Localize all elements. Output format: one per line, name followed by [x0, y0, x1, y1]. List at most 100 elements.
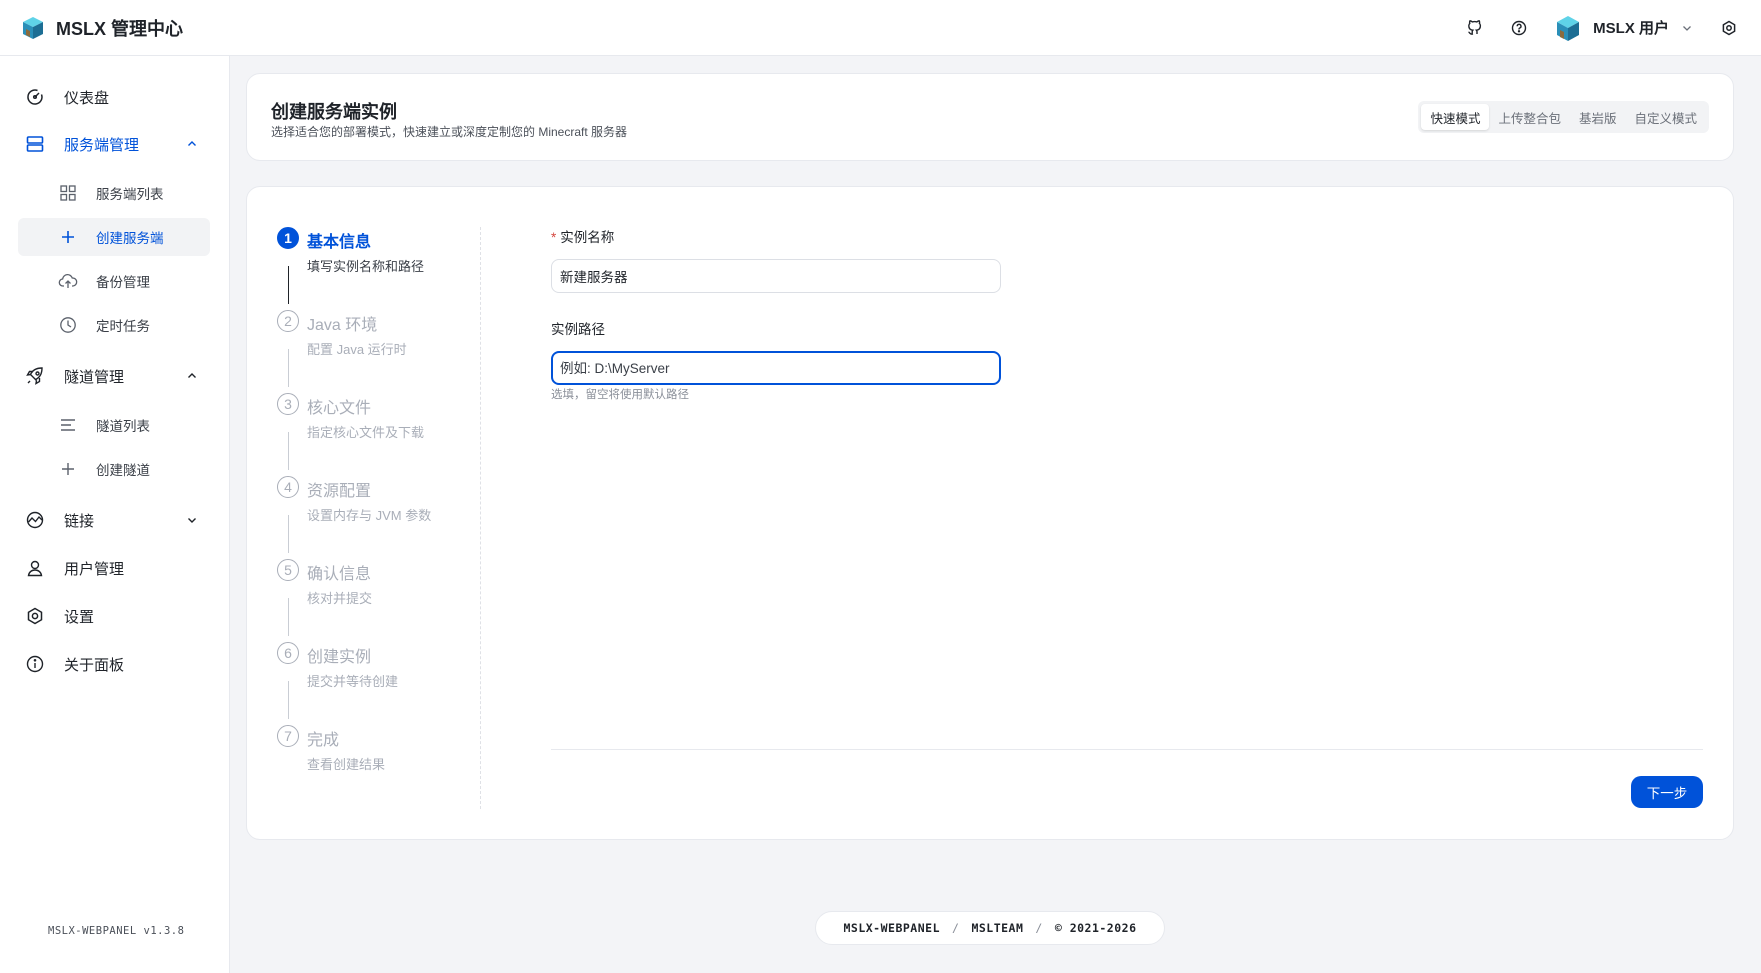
mode-custom[interactable]: 自定义模式 [1625, 104, 1706, 130]
chevron-up-icon [186, 370, 198, 382]
instance-name-input[interactable] [551, 259, 1001, 293]
next-step-button[interactable]: 下一步 [1631, 776, 1703, 808]
chevron-up-icon [186, 138, 198, 150]
footer-team-name: MSLTEAM [971, 921, 1024, 935]
sidebar-item-label: 服务端管理 [64, 136, 140, 154]
sidebar-item-label: 隧道列表 [96, 419, 150, 434]
step-description: 核对并提交 [307, 591, 373, 606]
github-icon[interactable] [1457, 10, 1493, 46]
user-menu[interactable]: MSLX 用户 [1553, 13, 1693, 43]
step-title: 完成 [307, 732, 340, 749]
sidebar-item-user-management[interactable]: 用户管理 [18, 548, 210, 588]
sidebar-item-create-tunnel[interactable]: 创建隧道 [18, 450, 210, 488]
step-connector [288, 432, 289, 470]
step-7: 7 完成 查看创建结果 [277, 725, 477, 808]
page-header-card: 创建服务端实例 选择适合您的部署模式，快速建立或深度定制您的 Minecraft… [246, 73, 1734, 161]
footer-panel-name: MSLX-WEBPANEL [843, 921, 940, 935]
grid-icon [58, 183, 78, 203]
sidebar-item-links[interactable]: 链接 [18, 500, 210, 540]
instance-path-label: 实例路径 [551, 322, 605, 337]
app-title: MSLX 管理中心 [56, 18, 184, 39]
sidebar-item-label: 仪表盘 [64, 89, 110, 107]
instance-name-label-text: 实例名称 [560, 230, 615, 245]
step-description: 设置内存与 JVM 参数 [307, 508, 432, 523]
step-connector [288, 349, 289, 387]
chevron-down-icon [186, 514, 198, 526]
mode-quick[interactable]: 快速模式 [1421, 104, 1490, 130]
app-logo-icon [23, 16, 43, 39]
mode-bedrock[interactable]: 基岩版 [1570, 104, 1626, 130]
settings-gear-icon[interactable] [1711, 10, 1747, 46]
info-icon [24, 653, 46, 675]
step-number: 7 [277, 725, 299, 747]
server-icon [24, 133, 46, 155]
sidebar-item-label: 服务端列表 [96, 187, 164, 202]
step-title: 创建实例 [307, 649, 372, 666]
sidebar-item-label: 创建隧道 [96, 463, 150, 478]
footer-separator: / [1035, 921, 1043, 935]
sidebar-item-create-server[interactable]: 创建服务端 [18, 218, 210, 256]
sidebar-item-server-management[interactable]: 服务端管理 [18, 124, 210, 164]
footer-badge: MSLX-WEBPANEL / MSLTEAM / © 2021-2026 [815, 911, 1165, 945]
clock-icon [58, 315, 78, 335]
sidebar-item-server-list[interactable]: 服务端列表 [18, 174, 210, 212]
page-title: 创建服务端实例 [271, 102, 397, 122]
footer-separator: / [952, 921, 960, 935]
step-number: 5 [277, 559, 299, 581]
instance-name-label: * 实例名称 [551, 226, 614, 246]
create-server-form-card: 1 基本信息 填写实例名称和路径 2 Java 环境 配置 Java 运行时 3… [246, 186, 1734, 840]
plus-icon [58, 227, 78, 247]
form-divider [551, 749, 1703, 750]
sidebar-item-label: 设置 [64, 608, 95, 626]
mode-upload-modpack[interactable]: 上传整合包 [1489, 104, 1570, 130]
step-connector [288, 266, 289, 304]
list-icon [58, 415, 78, 435]
help-icon[interactable] [1501, 10, 1537, 46]
step-6: 6 创建实例 提交并等待创建 [277, 642, 477, 725]
app-version: MSLX-WEBPANEL v1.3.8 [48, 925, 185, 937]
step-number: 1 [277, 227, 299, 249]
mode-selector: 快速模式 上传整合包 基岩版 自定义模式 [1418, 101, 1709, 133]
sidebar-item-about[interactable]: 关于面板 [18, 644, 210, 684]
sidebar-item-label: 关于面板 [64, 656, 125, 674]
page-subtitle: 选择适合您的部署模式，快速建立或深度定制您的 Minecraft 服务器 [271, 125, 628, 139]
sidebar-item-label: 备份管理 [96, 275, 150, 290]
sidebar-item-scheduled-tasks[interactable]: 定时任务 [18, 306, 210, 344]
brand[interactable]: MSLX 管理中心 [20, 15, 183, 41]
step-description: 查看创建结果 [307, 757, 386, 772]
steps-panel: 1 基本信息 填写实例名称和路径 2 Java 环境 配置 Java 运行时 3… [277, 227, 481, 809]
top-header: MSLX 管理中心 MSLX 用户 [0, 0, 1761, 56]
sidebar-item-dashboard[interactable]: 仪表盘 [18, 77, 210, 117]
step-title: 核心文件 [307, 400, 372, 417]
instance-path-input[interactable] [551, 351, 1001, 385]
step-description: 填写实例名称和路径 [307, 259, 425, 274]
sidebar-item-label: 链接 [64, 512, 95, 530]
step-3: 3 核心文件 指定核心文件及下载 [277, 393, 477, 476]
step-number: 2 [277, 310, 299, 332]
step-description: 指定核心文件及下载 [307, 425, 425, 440]
step-number: 4 [277, 476, 299, 498]
user-name: MSLX 用户 [1593, 20, 1669, 37]
sidebar-item-backup[interactable]: 备份管理 [18, 262, 210, 300]
plus-icon [58, 459, 78, 479]
rocket-icon [24, 365, 46, 387]
sidebar-item-settings[interactable]: 设置 [18, 596, 210, 636]
step-connector [288, 681, 289, 719]
step-number: 3 [277, 393, 299, 415]
dashboard-icon [24, 86, 46, 108]
step-1: 1 基本信息 填写实例名称和路径 [277, 227, 477, 310]
sidebar-item-label: 用户管理 [64, 560, 125, 578]
step-number: 6 [277, 642, 299, 664]
sidebar-item-tunnel-list[interactable]: 隧道列表 [18, 406, 210, 444]
sidebar-item-tunnel-management[interactable]: 隧道管理 [18, 356, 210, 396]
step-title: Java 环境 [307, 317, 378, 334]
sidebar-item-label: 隧道管理 [64, 368, 125, 386]
sidebar-item-label: 定时任务 [96, 319, 150, 334]
user-avatar [1557, 15, 1580, 41]
step-2: 2 Java 环境 配置 Java 运行时 [277, 310, 477, 393]
footer-copyright: © 2021-2026 [1054, 921, 1137, 935]
settings-icon [24, 605, 46, 627]
sidebar-item-label: 创建服务端 [96, 231, 164, 246]
sidebar: 仪表盘 服务端管理 服务端列表 创建服务端 备份管理 定时任务 隧道管理 隧道列… [0, 56, 230, 973]
step-4: 4 资源配置 设置内存与 JVM 参数 [277, 476, 477, 559]
